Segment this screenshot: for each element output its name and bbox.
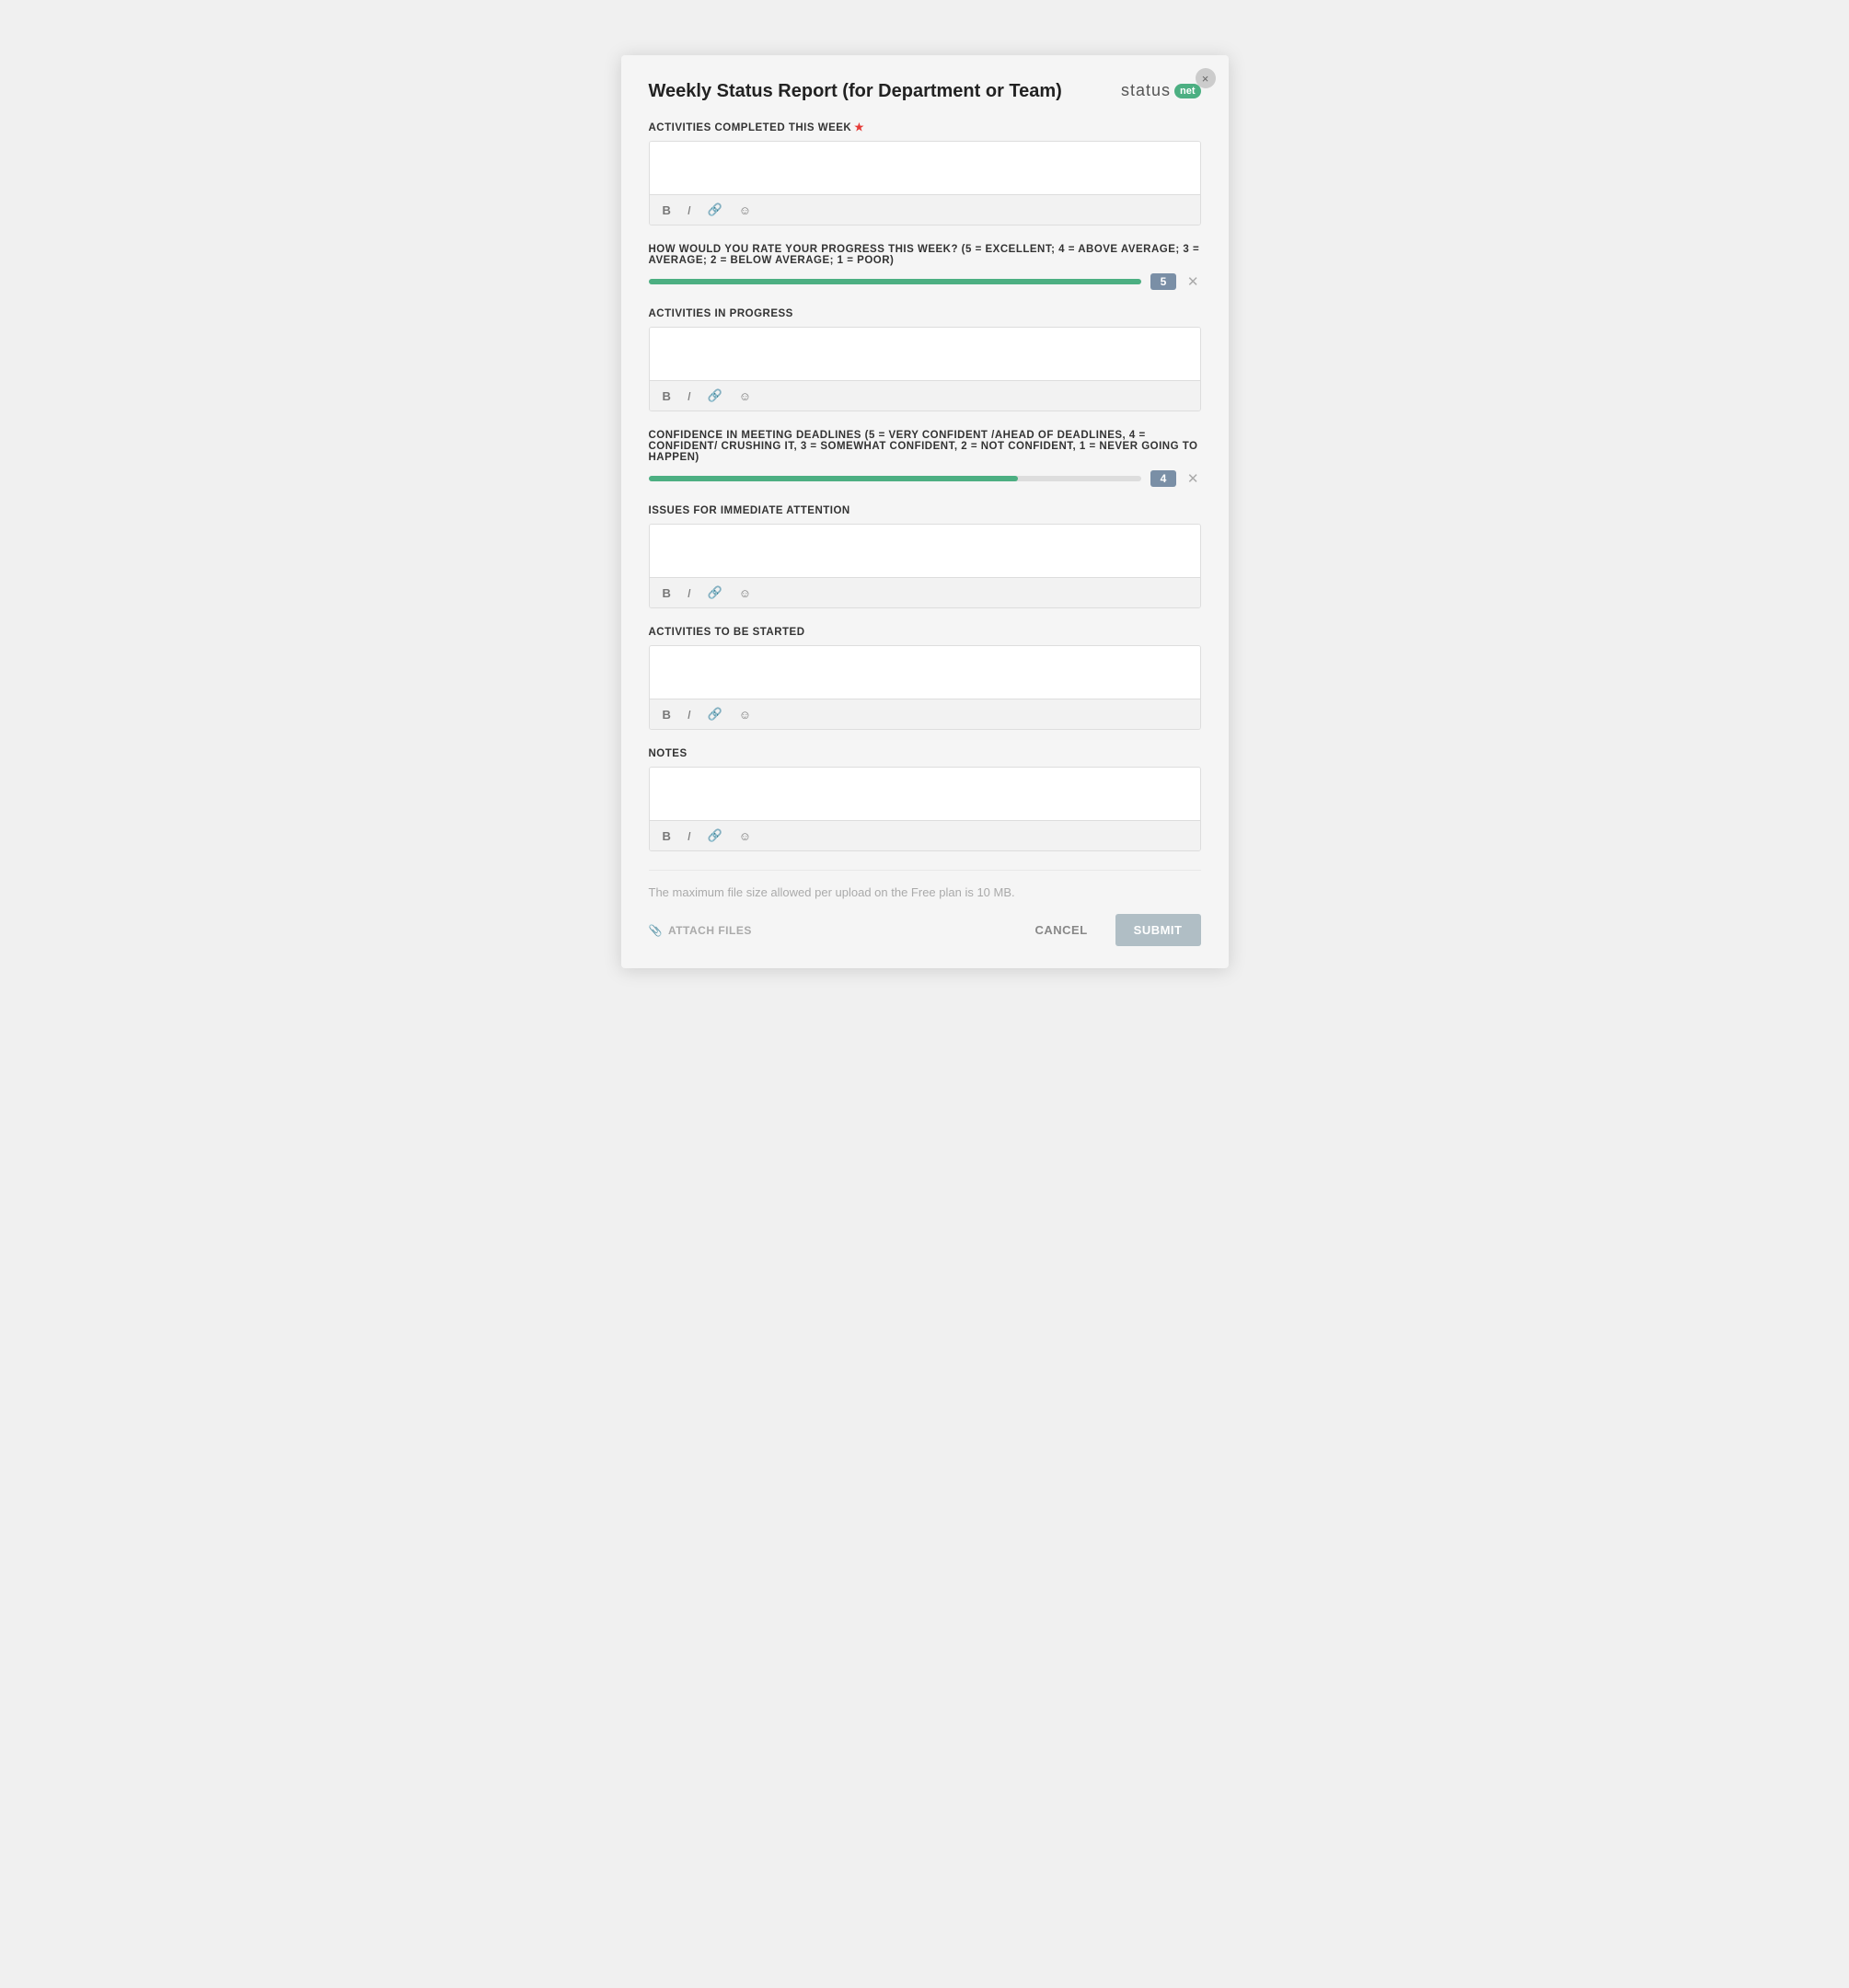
notes-editor: B I 🔗 ☺	[649, 767, 1201, 851]
confidence-slider-track	[649, 476, 1141, 481]
emoji-btn-5[interactable]: ☺	[735, 827, 755, 845]
activities-completed-input[interactable]	[650, 142, 1200, 190]
progress-slider-track	[649, 279, 1141, 284]
progress-clear-btn[interactable]: ✕	[1185, 273, 1201, 290]
footer-right: CANCEL SUBMIT	[1022, 914, 1200, 946]
brand-badge: net	[1174, 84, 1201, 98]
italic-btn-1[interactable]: I	[684, 202, 695, 219]
activities-in-progress-editor: B I 🔗 ☺	[649, 327, 1201, 411]
submit-button[interactable]: SUBMIT	[1115, 914, 1201, 946]
modal-title-group: Weekly Status Report (for Department or …	[649, 81, 1062, 102]
paperclip-icon: 📎	[649, 924, 663, 937]
emoji-btn-2[interactable]: ☺	[735, 387, 755, 405]
brand-text: status	[1121, 81, 1171, 100]
close-button[interactable]: ×	[1196, 68, 1216, 88]
activities-to-start-input[interactable]	[650, 646, 1200, 694]
issues-input[interactable]	[650, 525, 1200, 572]
activities-in-progress-input[interactable]	[650, 328, 1200, 376]
bold-btn-2[interactable]: B	[659, 387, 675, 405]
bold-btn-5[interactable]: B	[659, 827, 675, 845]
progress-track-fill	[649, 279, 1141, 284]
brand-logo: status net	[1121, 81, 1201, 100]
attach-files-button[interactable]: 📎 ATTACH FILES	[649, 924, 752, 937]
progress-value-badge: 5	[1150, 273, 1176, 290]
footer-actions: 📎 ATTACH FILES CANCEL SUBMIT	[649, 914, 1201, 946]
modal-container: Weekly Status Report (for Department or …	[621, 55, 1229, 968]
cancel-button[interactable]: CANCEL	[1022, 916, 1100, 944]
confidence-section: CONFIDENCE IN MEETING DEADLINES (5 = VER…	[649, 430, 1201, 487]
notes-toolbar: B I 🔗 ☺	[650, 820, 1200, 850]
link-btn-5[interactable]: 🔗	[704, 826, 726, 845]
confidence-label: CONFIDENCE IN MEETING DEADLINES (5 = VER…	[649, 430, 1201, 463]
confidence-row: 4 ✕	[649, 470, 1201, 487]
activities-in-progress-toolbar: B I 🔗 ☺	[650, 380, 1200, 410]
italic-btn-4[interactable]: I	[684, 706, 695, 723]
notes-input[interactable]	[650, 768, 1200, 815]
link-btn-4[interactable]: 🔗	[704, 705, 726, 723]
link-btn-2[interactable]: 🔗	[704, 387, 726, 405]
italic-btn-2[interactable]: I	[684, 387, 695, 405]
file-size-note: The maximum file size allowed per upload…	[649, 885, 1201, 899]
issues-toolbar: B I 🔗 ☺	[650, 577, 1200, 607]
modal-title: Weekly Status Report (for Department or …	[649, 81, 1062, 102]
progress-rating-label: HOW WOULD YOU RATE YOUR PROGRESS THIS WE…	[649, 244, 1201, 266]
confidence-clear-btn[interactable]: ✕	[1185, 470, 1201, 487]
emoji-btn-4[interactable]: ☺	[735, 706, 755, 723]
progress-rating-section: HOW WOULD YOU RATE YOUR PROGRESS THIS WE…	[649, 244, 1201, 290]
required-star: ★	[854, 122, 864, 133]
progress-rating-row: 5 ✕	[649, 273, 1201, 290]
activities-completed-label: ACTIVITIES COMPLETED THIS WEEK★	[649, 121, 1201, 133]
activities-to-start-editor: B I 🔗 ☺	[649, 645, 1201, 730]
attach-label: ATTACH FILES	[668, 924, 752, 937]
bold-btn-3[interactable]: B	[659, 584, 675, 602]
activities-completed-toolbar: B I 🔗 ☺	[650, 194, 1200, 225]
activities-completed-editor: B I 🔗 ☺	[649, 141, 1201, 225]
issues-label: ISSUES FOR IMMEDIATE ATTENTION	[649, 505, 1201, 516]
notes-label: NOTES	[649, 748, 1201, 759]
modal-footer: The maximum file size allowed per upload…	[649, 870, 1201, 946]
bold-btn-1[interactable]: B	[659, 202, 675, 219]
link-btn-3[interactable]: 🔗	[704, 584, 726, 602]
emoji-btn-1[interactable]: ☺	[735, 202, 755, 219]
issues-editor: B I 🔗 ☺	[649, 524, 1201, 608]
activities-to-start-label: ACTIVITIES TO BE STARTED	[649, 627, 1201, 638]
bold-btn-4[interactable]: B	[659, 706, 675, 723]
italic-btn-5[interactable]: I	[684, 827, 695, 845]
link-btn-1[interactable]: 🔗	[704, 201, 726, 219]
activities-to-start-toolbar: B I 🔗 ☺	[650, 699, 1200, 729]
italic-btn-3[interactable]: I	[684, 584, 695, 602]
modal-header: Weekly Status Report (for Department or …	[649, 81, 1201, 102]
confidence-value-badge: 4	[1150, 470, 1176, 487]
confidence-track-fill	[649, 476, 1019, 481]
activities-in-progress-label: ACTIVITIES IN PROGRESS	[649, 308, 1201, 319]
emoji-btn-3[interactable]: ☺	[735, 584, 755, 602]
